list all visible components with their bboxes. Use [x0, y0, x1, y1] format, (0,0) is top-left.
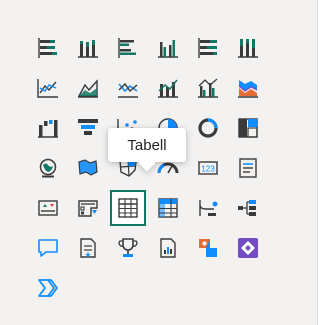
visual-tile-stacked-area-chart[interactable] — [110, 70, 146, 106]
line-chart-icon — [36, 76, 60, 100]
visual-tile-stacked-bar-chart[interactable] — [30, 30, 66, 66]
multi-row-card-icon — [236, 156, 260, 180]
clustered-column-chart-icon — [156, 36, 180, 60]
stacked-column-chart-icon — [76, 36, 100, 60]
visual-tile-waterfall-chart[interactable] — [30, 110, 66, 146]
visualizations-pane: 123 Tabell — [0, 0, 318, 325]
waterfall-chart-icon — [36, 116, 60, 140]
visual-tile-paginated-report[interactable] — [150, 230, 186, 266]
line-and-clustered-column-chart-icon — [196, 76, 220, 100]
key-influencers-icon — [196, 196, 220, 220]
donut-chart-icon — [196, 116, 220, 140]
paginated-report-icon — [156, 236, 180, 260]
visual-tile-line-and-stacked-column-chart[interactable] — [150, 70, 186, 106]
table-icon — [116, 196, 140, 220]
visual-tile-ribbon-chart[interactable] — [230, 70, 266, 106]
qa-icon — [36, 236, 60, 260]
metrics-icon — [116, 236, 140, 260]
100-percent-stacked-column-chart-icon — [236, 36, 260, 60]
visual-tile-clustered-column-chart[interactable] — [150, 30, 186, 66]
visual-tile-multi-row-card[interactable] — [230, 150, 266, 186]
visual-tile-key-influencers[interactable] — [190, 190, 226, 226]
visual-tile-table[interactable] — [110, 190, 146, 226]
stacked-area-chart-icon — [116, 76, 140, 100]
tooltip-text: Tabell — [125, 136, 169, 154]
visual-tile-map[interactable] — [30, 150, 66, 186]
visual-tile-matrix[interactable] — [150, 190, 186, 226]
power-automate-icon — [36, 276, 60, 300]
visual-tile-kpi[interactable] — [30, 190, 66, 226]
visual-tile-qa[interactable] — [30, 230, 66, 266]
card-icon: 123 — [196, 156, 220, 180]
svg-text:123: 123 — [201, 165, 215, 174]
tooltip: Tabell — [108, 128, 186, 162]
clustered-bar-chart-icon — [116, 36, 140, 60]
visual-tile-donut-chart[interactable] — [190, 110, 226, 146]
azure-map-icon — [196, 236, 220, 260]
visual-tile-100-percent-stacked-column-chart[interactable] — [230, 30, 266, 66]
visual-tile-stacked-column-chart[interactable] — [70, 30, 106, 66]
matrix-icon — [156, 196, 180, 220]
visual-tile-filled-map[interactable] — [70, 150, 106, 186]
visual-tile-treemap[interactable] — [230, 110, 266, 146]
slicer-icon — [76, 196, 100, 220]
visual-tile-decomposition-tree[interactable] — [230, 190, 266, 226]
visual-tile-smart-narrative[interactable] — [70, 230, 106, 266]
visual-tile-line-and-clustered-column-chart[interactable] — [190, 70, 226, 106]
visual-tile-line-chart[interactable] — [30, 70, 66, 106]
canvas-edge — [318, 0, 334, 325]
area-chart-icon — [76, 76, 100, 100]
visual-tile-metrics[interactable] — [110, 230, 146, 266]
visual-tile-power-automate[interactable] — [30, 270, 66, 306]
funnel-chart-icon — [76, 116, 100, 140]
kpi-icon — [36, 196, 60, 220]
filled-map-icon — [76, 156, 100, 180]
visual-tile-funnel-chart[interactable] — [70, 110, 106, 146]
smart-narrative-icon — [76, 236, 100, 260]
map-icon — [36, 156, 60, 180]
visual-tile-area-chart[interactable] — [70, 70, 106, 106]
100-percent-stacked-bar-chart-icon — [196, 36, 220, 60]
treemap-icon — [236, 116, 260, 140]
visual-tile-azure-map[interactable] — [190, 230, 226, 266]
visual-tile-100-percent-stacked-bar-chart[interactable] — [190, 30, 226, 66]
ribbon-chart-icon — [236, 76, 260, 100]
visual-tile-power-apps[interactable] — [230, 230, 266, 266]
line-and-stacked-column-chart-icon — [156, 76, 180, 100]
visual-tile-slicer[interactable] — [70, 190, 106, 226]
power-apps-icon — [236, 236, 260, 260]
decomposition-tree-icon — [236, 196, 260, 220]
visual-tile-card[interactable]: 123 — [190, 150, 226, 186]
stacked-bar-chart-icon — [36, 36, 60, 60]
visual-tile-clustered-bar-chart[interactable] — [110, 30, 146, 66]
